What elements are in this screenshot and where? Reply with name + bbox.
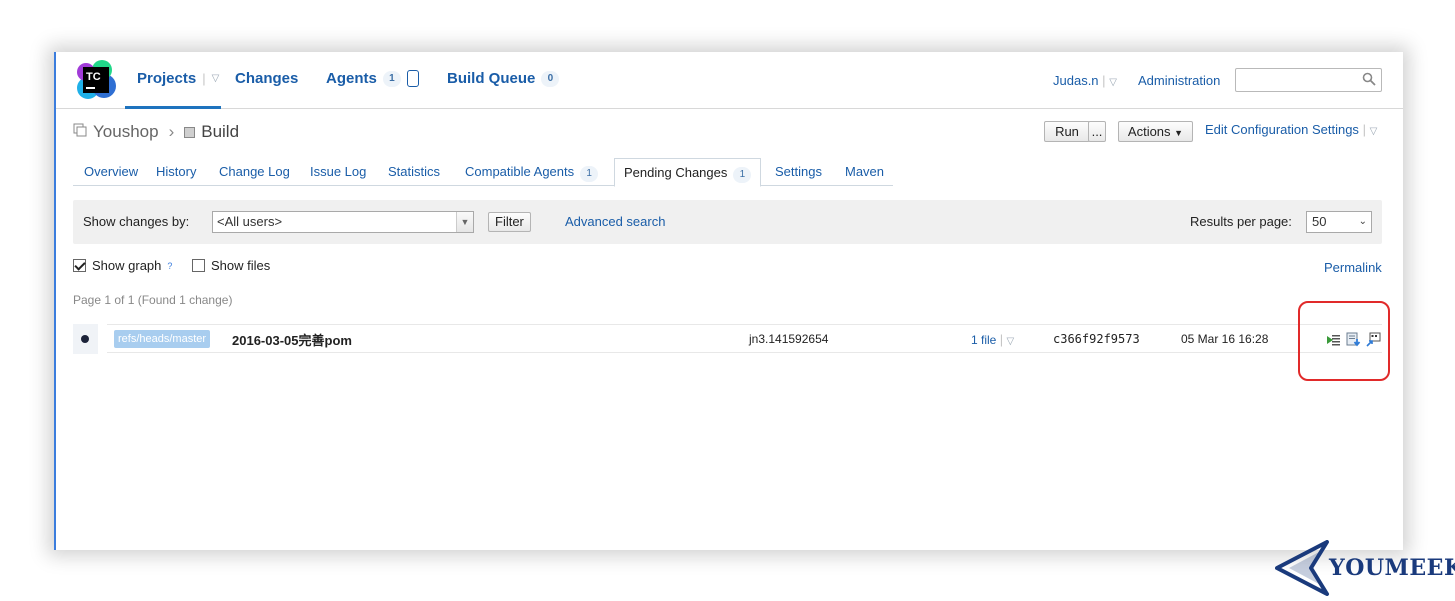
table-row[interactable]: refs/heads/master 2016-03-05完善pom jn3.14… [107,324,1382,353]
show-graph-checkbox[interactable] [73,259,86,272]
tab-maven[interactable]: Maven [845,158,884,186]
show-files-label: Show files [211,258,271,273]
tab-pending-changes[interactable]: Pending Changes 1 [614,158,762,187]
agents-count-badge: 1 [382,70,401,87]
tab-statistics[interactable]: Statistics [388,158,440,186]
dropdown-arrow-icon: ▼ [1174,128,1184,138]
edit-configuration-label: Edit Configuration Settings [1205,122,1359,137]
build-config-icon [184,126,196,138]
agent-icon [406,70,419,87]
commit-node [81,335,89,343]
user-select-value: <All users> [217,214,283,229]
tab-count-badge: 1 [733,167,752,183]
actions-button[interactable]: Actions ▼ [1118,121,1193,142]
watermark-text: YOUMEEK [1329,555,1455,581]
filter-bar: Show changes by: <All users> ▼ Filter Ad… [73,200,1382,244]
tab-bar: Overview History Change Log Issue Log St… [73,158,893,187]
breadcrumb-project[interactable]: Youshop [93,122,159,142]
results-per-page-select[interactable]: 50 ⌄ [1306,211,1372,233]
results-per-page-value: 50 [1312,214,1327,229]
build-queue-count-badge: 0 [541,70,560,87]
user-name: Judas.n [1053,73,1099,88]
commit-files-label: 1 file [971,333,997,347]
chevron-down-icon[interactable]: ▽ [1370,126,1378,137]
nav-changes[interactable]: Changes [235,70,298,87]
branch-tag: refs/heads/master [114,330,211,348]
search-field[interactable] [1235,68,1382,92]
breadcrumb-build: Build [201,122,240,141]
commit-date: 05 Mar 16 16:28 [1181,332,1269,346]
permalink-link[interactable]: Permalink [1324,260,1382,275]
actions-label: Actions [1127,124,1171,139]
watermark-arrow-icon [1275,540,1329,596]
show-files-option[interactable]: Show files [192,258,270,273]
tab-count-badge: 1 [580,166,599,182]
administration-link[interactable]: Administration [1138,73,1220,88]
commit-user: jn3.141592654 [749,332,829,346]
dropdown-arrow-icon[interactable]: ▼ [456,212,473,232]
commit-hash: c366f92f9573 [1053,332,1140,346]
user-select[interactable]: <All users> ▼ [212,211,474,233]
advanced-search-link[interactable]: Advanced search [565,214,665,229]
chevron-down-icon[interactable]: ▽ [1109,77,1117,88]
commit-graph [73,324,98,354]
chevron-right-icon: › [168,122,175,141]
tab-settings[interactable]: Settings [775,158,822,186]
nav-agents[interactable]: Agents 1 [326,70,419,87]
run-button[interactable]: Run [1044,121,1090,142]
tab-pending-changes-label: Pending Changes [624,165,728,180]
active-nav-indicator [125,106,221,109]
search-input[interactable] [1240,70,1360,90]
help-icon[interactable]: ? [167,261,172,271]
tab-compatible-agents[interactable]: Compatible Agents 1 [465,158,599,186]
chevron-down-icon[interactable]: ▽ [1006,336,1014,347]
tab-compatible-agents-label: Compatible Agents [465,164,575,179]
nav-build-queue[interactable]: Build Queue 0 [447,70,560,87]
breadcrumb: Youshop › Build [73,122,239,142]
svg-text:TC: TC [86,71,101,83]
show-graph-option[interactable]: Show graph ? [73,258,172,273]
project-icon [73,122,87,142]
youmeek-watermark: YOUMEEK [1275,540,1455,596]
page-info: Page 1 of 1 (Found 1 change) [73,293,233,307]
run-custom-button[interactable]: ... [1088,121,1106,142]
tab-change-log[interactable]: Change Log [219,158,290,186]
teamcity-logo[interactable]: TC [74,58,118,102]
filter-button[interactable]: Filter [488,212,531,232]
nav-agents-label: Agents [326,70,377,87]
chevron-down-icon[interactable]: ⌄ [1359,212,1367,232]
commit-files-link[interactable]: 1 file | ▽ [971,332,1014,347]
nav-projects-label: Projects [137,70,197,87]
results-per-page-label: Results per page: [1190,214,1292,229]
nav-projects[interactable]: Projects | ▽ [137,70,219,87]
nav-build-queue-label: Build Queue [447,70,536,87]
tab-overview[interactable]: Overview [84,158,138,186]
show-graph-label: Show graph [92,258,162,273]
search-icon[interactable] [1362,72,1376,91]
show-changes-by-label: Show changes by: [83,214,190,229]
highlight-annotation [1298,301,1390,381]
show-files-checkbox[interactable] [192,259,205,272]
chevron-down-icon[interactable]: ▽ [212,73,220,84]
tab-history[interactable]: History [156,158,196,186]
edit-configuration-link[interactable]: Edit Configuration Settings | ▽ [1205,122,1377,137]
top-navigation: TC Projects | ▽ Changes Agents 1 Build Q… [56,52,1403,109]
teamcity-window: TC Projects | ▽ Changes Agents 1 Build Q… [54,52,1403,550]
tab-issue-log[interactable]: Issue Log [310,158,366,186]
nav-changes-label: Changes [235,70,299,87]
user-menu[interactable]: Judas.n | ▽ [1053,73,1117,88]
commit-message[interactable]: 2016-03-05完善pom [232,330,352,349]
